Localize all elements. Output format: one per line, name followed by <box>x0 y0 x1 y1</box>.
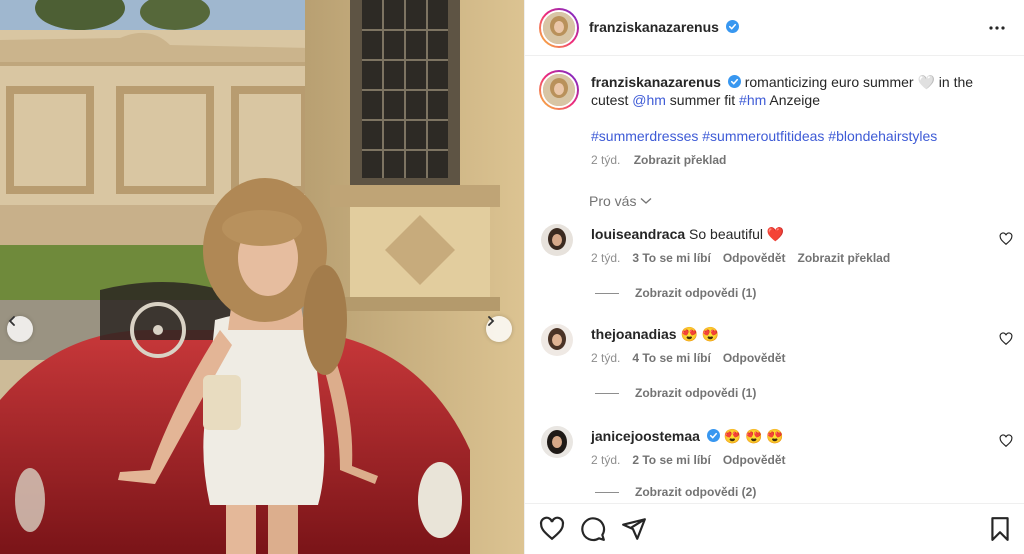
translate-button[interactable]: Zobrazit překlad <box>634 153 727 167</box>
bookmark-icon[interactable] <box>987 516 1013 542</box>
reply-button[interactable]: Odpovědět <box>723 251 786 265</box>
comment-text: So beautiful <box>689 226 763 242</box>
post-header: franziskanazarenus <box>525 0 1024 56</box>
next-image-button[interactable] <box>486 316 512 342</box>
author-username[interactable]: franziskanazarenus <box>589 19 719 35</box>
caption-time: 2 týd. <box>591 153 621 167</box>
divider-line <box>595 392 619 394</box>
share-icon[interactable] <box>621 516 647 542</box>
post-actions-bar <box>525 503 1024 554</box>
comment-item: janicejoostemaa 😍 😍 😍 2 týd. 2 To se mi … <box>525 424 1024 503</box>
reply-button[interactable]: Odpovědět <box>723 351 786 365</box>
divider-line <box>595 491 619 493</box>
chevron-down-icon <box>641 198 652 204</box>
more-options-button[interactable] <box>985 16 1009 40</box>
comment-meta: 2 týd. 4 To se mi líbí Odpovědět <box>591 351 786 365</box>
caption-meta: 2 týd. Zobrazit překlad <box>591 151 1001 169</box>
view-replies-button[interactable]: Zobrazit odpovědi (2) <box>595 485 756 499</box>
commenter-username[interactable]: thejoanadias <box>591 326 677 342</box>
heart-eyes-emoji: 😍 😍 😍 <box>723 428 784 444</box>
verified-badge-icon <box>727 75 741 88</box>
commenter-avatar[interactable] <box>541 324 573 356</box>
hashtags-link[interactable]: #summerdresses #summeroutfitideas #blond… <box>591 127 1001 145</box>
comment-item: thejoanadias 😍 😍 2 týd. 4 To se mi líbí … <box>525 322 1024 402</box>
comment-time: 2 týd. <box>591 251 621 265</box>
translate-button[interactable]: Zobrazit překlad <box>798 251 891 265</box>
author-name-row: franziskanazarenus <box>589 19 739 35</box>
caption-author-avatar[interactable] <box>539 70 579 110</box>
caption-text: summer fit <box>665 92 740 108</box>
caption-text: Anzeige <box>766 92 820 108</box>
more-horizontal-icon <box>989 26 1005 30</box>
avatar-image <box>543 74 575 106</box>
view-replies-button[interactable]: Zobrazit odpovědi (1) <box>595 286 756 300</box>
comment-meta: 2 týd. 3 To se mi líbí Odpovědět Zobrazi… <box>591 251 890 265</box>
comment-body: thejoanadias 😍 😍 <box>591 325 719 343</box>
view-replies-label: Zobrazit odpovědi (2) <box>635 485 757 499</box>
heart-icon[interactable] <box>999 232 1013 246</box>
previous-image-button[interactable] <box>7 316 33 342</box>
comment-time: 2 týd. <box>591 453 621 467</box>
view-replies-button[interactable]: Zobrazit odpovědi (1) <box>595 386 756 400</box>
comments-scroll-area[interactable]: franziskanazarenus romanticizing euro su… <box>525 57 1024 503</box>
avatar-image <box>541 426 573 458</box>
view-replies-label: Zobrazit odpovědi (1) <box>635 386 757 400</box>
avatar-image <box>541 224 573 256</box>
for-you-label: Pro vás <box>589 193 637 209</box>
comment-time: 2 týd. <box>591 351 621 365</box>
chevron-right-icon <box>488 316 495 326</box>
comment-icon[interactable] <box>580 516 606 542</box>
view-replies-label: Zobrazit odpovědi (1) <box>635 286 757 300</box>
white-heart-emoji: 🤍 <box>917 74 935 90</box>
red-heart-emoji: ❤️ <box>766 226 785 242</box>
verified-badge-icon <box>725 20 739 33</box>
heart-icon[interactable] <box>539 516 565 542</box>
post-photo-illustration <box>0 0 524 554</box>
verified-badge-icon <box>706 429 720 442</box>
heart-icon[interactable] <box>999 434 1013 448</box>
caption-username[interactable]: franziskanazarenus <box>591 74 721 90</box>
comment-likes[interactable]: 3 To se mi líbí <box>632 251 710 265</box>
commenter-avatar[interactable] <box>541 426 573 458</box>
heart-eyes-emoji: 😍 😍 <box>680 326 720 342</box>
comment-body: louiseandraca So beautiful ❤️ <box>591 225 784 243</box>
commenter-avatar[interactable] <box>541 224 573 256</box>
caption-text: romanticizing euro summer <box>744 74 918 90</box>
comment-meta: 2 týd. 2 To se mi líbí Odpovědět <box>591 453 786 467</box>
for-you-filter[interactable]: Pro vás <box>589 193 652 209</box>
author-avatar[interactable] <box>539 8 579 48</box>
post-image <box>0 0 524 554</box>
mention-link[interactable]: @hm <box>632 92 666 108</box>
divider-line <box>595 292 619 294</box>
comment-body: janicejoostemaa 😍 😍 😍 <box>591 427 784 445</box>
avatar-image <box>543 12 575 44</box>
comment-item: louiseandraca So beautiful ❤️ 2 týd. 3 T… <box>525 222 1024 302</box>
post-side-panel: franziskanazarenus franziskanazarenus ro… <box>524 0 1024 554</box>
hashtag-link[interactable]: #hm <box>739 92 766 108</box>
reply-button[interactable]: Odpovědět <box>723 453 786 467</box>
commenter-username[interactable]: janicejoostemaa <box>591 428 700 444</box>
avatar-image <box>541 324 573 356</box>
commenter-username[interactable]: louiseandraca <box>591 226 685 242</box>
chevron-left-icon <box>8 316 15 326</box>
comment-likes[interactable]: 2 To se mi líbí <box>632 453 710 467</box>
heart-icon[interactable] <box>999 332 1013 346</box>
comment-likes[interactable]: 4 To se mi líbí <box>632 351 710 365</box>
post-caption: franziskanazarenus romanticizing euro su… <box>591 73 1001 169</box>
